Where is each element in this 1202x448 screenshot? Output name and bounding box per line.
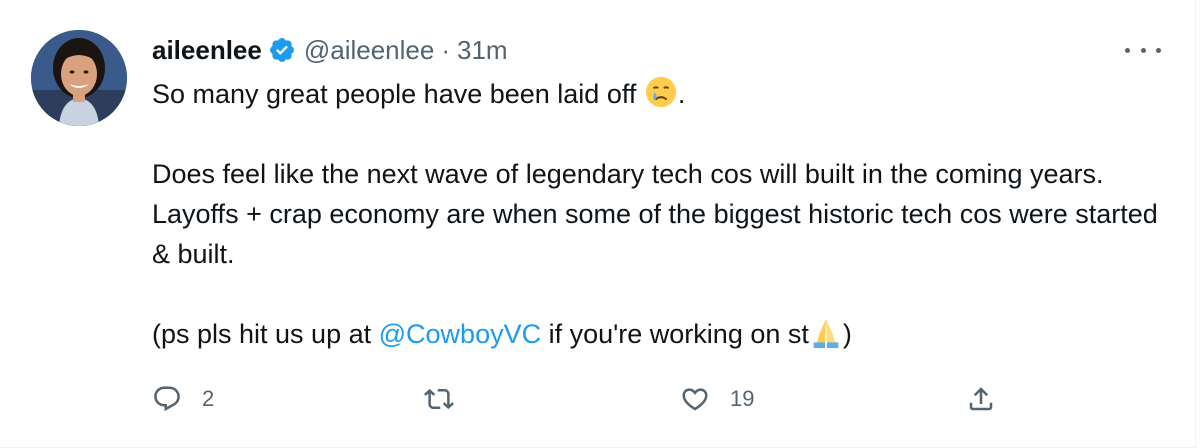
avatar[interactable] [31,30,127,126]
crying-face-emoji-icon [645,76,676,108]
like-count: 19 [730,386,755,411]
author-handle[interactable]: @aileenlee [304,35,434,66]
text-span: ) [842,319,852,349]
tweet-text: So many great people have been laid off … [152,74,1162,354]
action-bar: 2 19 [152,382,1012,416]
reply-count: 2 [202,386,215,411]
separator-dot: · [441,34,451,65]
reply-icon [154,386,180,412]
like-icon [682,388,708,411]
folded-hands-emoji-icon [813,318,839,349]
more-dot [1156,47,1161,53]
tweet-paragraph: So many great people have been laid off … [152,74,1162,114]
more-dot [1125,47,1130,53]
text-span: . [677,79,686,109]
tweet-paragraph: (ps pls hit us up at @CowboyVC if you're… [152,314,1162,354]
avatar-image [31,30,127,126]
divider [1195,0,1196,448]
tweet-header: aileenlee @aileenlee · 31m [152,33,508,67]
like-button[interactable]: 19 [680,382,754,416]
share-icon [969,387,993,411]
share-button[interactable] [966,382,996,416]
text-span: if you're working on st [541,319,809,349]
author-name[interactable]: aileenlee [152,35,262,66]
text-span: (ps pls hit us up at [152,319,379,349]
timestamp[interactable]: 31m [457,35,508,66]
more-options-icon[interactable] [1125,40,1161,60]
tweet-paragraph: Does feel like the next wave of legendar… [152,159,1158,269]
tweet-card[interactable]: aileenlee @aileenlee · 31m So many great… [0,0,1202,448]
retweet-button[interactable] [424,382,474,416]
retweet-icon [424,388,454,410]
reply-button[interactable]: 2 [152,382,214,416]
more-dot [1140,47,1146,53]
mention-link[interactable]: @CowboyVC [379,319,541,349]
verified-badge-icon [269,38,294,62]
text-span: So many great people have been laid off [152,79,644,109]
